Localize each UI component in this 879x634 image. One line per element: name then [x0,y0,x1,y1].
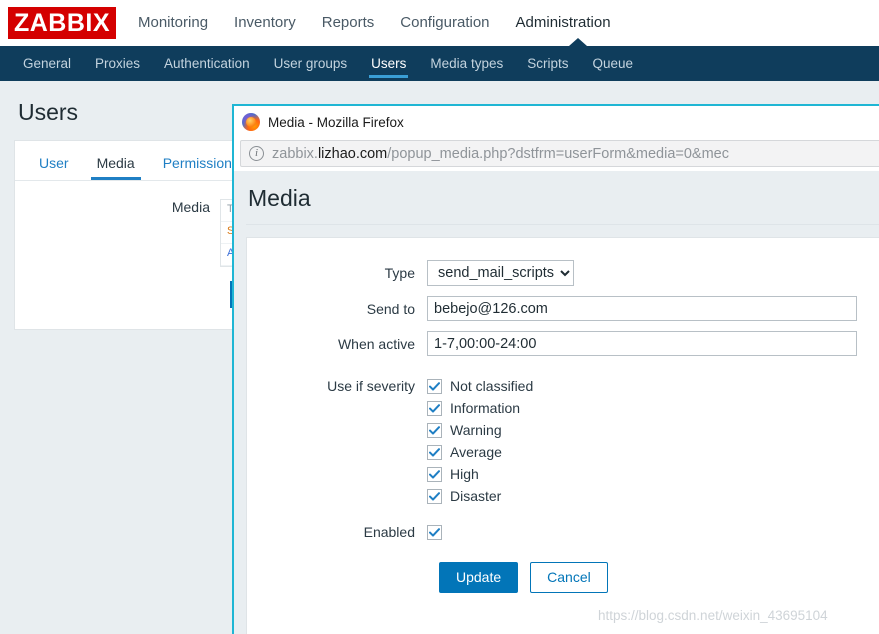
url-subdomain: zabbix. [272,145,318,162]
check-icon [429,447,440,457]
subnav-item-general[interactable]: General [11,46,83,81]
nav-item-inventory[interactable]: Inventory [234,0,296,46]
checkbox-information[interactable] [427,400,442,416]
when-active-label: When active [337,335,415,352]
address-bar-url: zabbix.lizhao.com/popup_media.php?dstfrm… [272,146,729,162]
url-domain: lizhao.com [317,145,388,162]
popup-page-content: Media Type send_mail_scripts Send to Whe… [234,171,879,634]
severity-row-not-classified: Use if severity Not classified [247,378,879,394]
tab-user[interactable]: User [25,149,83,180]
checkbox-warning[interactable] [427,422,442,438]
checkbox-disaster[interactable] [427,488,442,504]
severity-label-not-classified: Not classified [450,378,534,394]
check-icon [429,491,440,501]
checkbox-average[interactable] [427,444,442,460]
nav-item-monitoring[interactable]: Monitoring [138,0,208,46]
check-icon [429,403,440,413]
severity-label-warning: Warning [450,422,502,438]
checkbox-enabled[interactable] [427,524,442,540]
severity-row-warning: Warning [247,422,879,438]
check-icon [429,469,440,479]
firefox-logo-icon [242,113,260,131]
severity-row-high: High [247,466,879,482]
enabled-label: Enabled [363,524,415,540]
screenshot-root: ZABBIX Monitoring Inventory Reports Conf… [0,0,879,634]
severity-row-disaster: Disaster [247,488,879,504]
subnav-item-users[interactable]: Users [359,46,418,81]
when-active-input[interactable] [427,331,857,356]
subnav-item-authentication[interactable]: Authentication [152,46,262,81]
severity-label-high: High [450,466,479,482]
type-select[interactable]: send_mail_scripts [427,260,574,286]
subnav-item-user-groups[interactable]: User groups [262,46,360,81]
checkbox-high[interactable] [427,466,442,482]
send-to-input[interactable] [427,296,857,321]
popup-heading: Media [246,171,879,225]
severity-label-disaster: Disaster [450,488,502,504]
url-path: /popup_media.php?dstfrm=userForm&media=0… [387,145,729,162]
check-icon [429,381,440,391]
subnav-item-scripts[interactable]: Scripts [515,46,580,81]
severity-label-average: Average [450,444,502,460]
type-label: Type [384,265,415,281]
form-action-buttons: Update Cancel [247,562,879,593]
severity-row-average: Average [247,444,879,460]
firefox-window-title: Media - Mozilla Firefox [268,114,404,130]
firefox-popup-window[interactable]: Media - Mozilla Firefox i zabbix.lizhao.… [232,104,879,634]
address-bar[interactable]: i zabbix.lizhao.com/popup_media.php?dstf… [240,140,879,167]
nav-item-administration[interactable]: Administration [516,0,611,46]
check-icon [429,527,440,537]
nav-item-configuration[interactable]: Configuration [400,0,489,46]
subnav-item-media-types[interactable]: Media types [418,46,515,81]
media-form-card: Type send_mail_scripts Send to When acti… [246,237,879,634]
check-icon [429,425,440,435]
subnav-item-queue[interactable]: Queue [580,46,645,81]
main-navigation: Monitoring Inventory Reports Configurati… [138,0,611,46]
checkbox-not-classified[interactable] [427,378,442,394]
sub-navigation: General Proxies Authentication User grou… [0,46,879,81]
zabbix-logo[interactable]: ZABBIX [8,7,116,39]
firefox-urlbar-container: i zabbix.lizhao.com/popup_media.php?dstf… [234,138,879,171]
active-nav-arrow-indicator [569,38,587,46]
field-row-type: Type send_mail_scripts [247,260,879,286]
tab-media[interactable]: Media [83,149,149,180]
firefox-titlebar: Media - Mozilla Firefox [234,106,879,138]
main-header: ZABBIX Monitoring Inventory Reports Conf… [0,0,879,46]
media-list-label: Media [171,199,210,215]
nav-item-reports[interactable]: Reports [322,0,375,46]
severity-row-information: Information [247,400,879,416]
use-if-severity-label: Use if severity [327,378,415,394]
info-circle-icon[interactable]: i [249,146,264,161]
update-button[interactable]: Update [439,562,519,593]
severity-label-information: Information [450,400,521,416]
field-row-send-to: Send to [247,296,879,321]
send-to-label: Send to [366,300,415,317]
field-row-enabled: Enabled [247,524,879,540]
field-row-when-active: When active [247,331,879,356]
subnav-item-proxies[interactable]: Proxies [83,46,152,81]
cancel-button[interactable]: Cancel [530,562,608,593]
